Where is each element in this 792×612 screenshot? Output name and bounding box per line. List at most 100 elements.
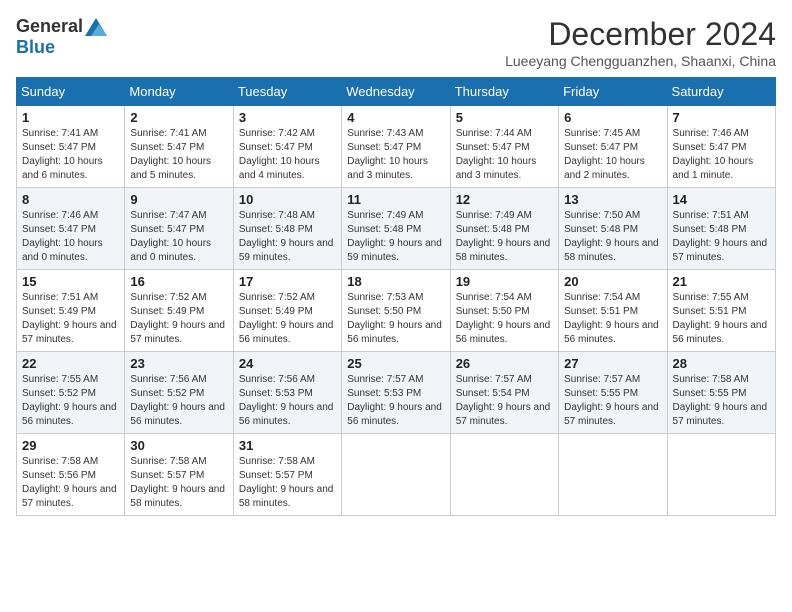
- day-info: Sunrise: 7:48 AMSunset: 5:48 PMDaylight:…: [239, 209, 336, 265]
- calendar-cell: 18 Sunrise: 7:53 AMSunset: 5:50 PMDayligh…: [342, 270, 450, 352]
- day-info: Sunrise: 7:58 AMSunset: 5:55 PMDaylight:…: [673, 373, 770, 429]
- calendar-week-row: 15Sunrise: 7:51 AMSunset: 5:49 PMDayligh…: [17, 270, 776, 352]
- day-info: Sunrise: 7:49 AMSunset: 5:48 PMDaylight:…: [456, 209, 553, 265]
- day-number: 31: [239, 438, 336, 453]
- day-info: Sunrise: 7:58 AMSunset: 5:56 PMDaylight:…: [22, 455, 119, 511]
- calendar-header-row: SundayMondayTuesdayWednesdayThursdayFrid…: [17, 78, 776, 106]
- column-header-sunday: Sunday: [17, 78, 125, 106]
- day-info: Sunrise: 7:53 AMSunset: 5:50 PMDaylight:…: [347, 291, 444, 347]
- calendar-cell: 31 Sunrise: 7:58 AMSunset: 5:57 PMDayligh…: [233, 434, 341, 516]
- day-number: 15: [22, 274, 119, 289]
- calendar-cell: 17 Sunrise: 7:52 AMSunset: 5:49 PMDayligh…: [233, 270, 341, 352]
- day-number: 17: [239, 274, 336, 289]
- calendar-cell: [559, 434, 667, 516]
- logo-general: General: [16, 16, 83, 37]
- day-info: Sunrise: 7:46 AMSunset: 5:47 PMDaylight:…: [22, 209, 119, 265]
- day-info: Sunrise: 7:50 AMSunset: 5:48 PMDaylight:…: [564, 209, 661, 265]
- location: Lueeyang Chengguanzhen, Shaanxi, China: [505, 53, 776, 69]
- calendar-cell: 23 Sunrise: 7:56 AMSunset: 5:52 PMDayligh…: [125, 352, 233, 434]
- day-number: 21: [673, 274, 770, 289]
- day-info: Sunrise: 7:58 AMSunset: 5:57 PMDaylight:…: [239, 455, 336, 511]
- calendar-cell: 21Sunrise: 7:55 AMSunset: 5:51 PMDayligh…: [667, 270, 775, 352]
- day-info: Sunrise: 7:42 AMSunset: 5:47 PMDaylight:…: [239, 127, 336, 183]
- column-header-thursday: Thursday: [450, 78, 558, 106]
- column-header-saturday: Saturday: [667, 78, 775, 106]
- day-number: 27: [564, 356, 661, 371]
- calendar-cell: [450, 434, 558, 516]
- column-header-friday: Friday: [559, 78, 667, 106]
- day-number: 20: [564, 274, 661, 289]
- calendar-cell: 2 Sunrise: 7:41 AMSunset: 5:47 PMDaylight…: [125, 106, 233, 188]
- day-number: 10: [239, 192, 336, 207]
- calendar-week-row: 29 Sunrise: 7:58 AMSunset: 5:56 PMDayligh…: [17, 434, 776, 516]
- day-number: 7: [673, 110, 770, 125]
- calendar-cell: 3 Sunrise: 7:42 AMSunset: 5:47 PMDaylight…: [233, 106, 341, 188]
- day-number: 3: [239, 110, 336, 125]
- day-number: 30: [130, 438, 227, 453]
- calendar-cell: 12 Sunrise: 7:49 AMSunset: 5:48 PMDayligh…: [450, 188, 558, 270]
- day-number: 9: [130, 192, 227, 207]
- calendar-cell: 28Sunrise: 7:58 AMSunset: 5:55 PMDayligh…: [667, 352, 775, 434]
- calendar-cell: 7 Sunrise: 7:46 AMSunset: 5:47 PMDaylight…: [667, 106, 775, 188]
- day-info: Sunrise: 7:55 AMSunset: 5:52 PMDaylight:…: [22, 373, 119, 429]
- calendar-cell: 9 Sunrise: 7:47 AMSunset: 5:47 PMDaylight…: [125, 188, 233, 270]
- logo: General Blue: [16, 16, 107, 58]
- day-number: 25: [347, 356, 444, 371]
- day-info: Sunrise: 7:56 AMSunset: 5:52 PMDaylight:…: [130, 373, 227, 429]
- day-info: Sunrise: 7:56 AMSunset: 5:53 PMDaylight:…: [239, 373, 336, 429]
- calendar-cell: 6Sunrise: 7:45 AMSunset: 5:47 PMDaylight…: [559, 106, 667, 188]
- day-number: 29: [22, 438, 119, 453]
- day-info: Sunrise: 7:43 AMSunset: 5:47 PMDaylight:…: [347, 127, 444, 183]
- calendar-cell: 13Sunrise: 7:50 AMSunset: 5:48 PMDayligh…: [559, 188, 667, 270]
- day-info: Sunrise: 7:52 AMSunset: 5:49 PMDaylight:…: [130, 291, 227, 347]
- month-title: December 2024: [505, 16, 776, 53]
- day-info: Sunrise: 7:47 AMSunset: 5:47 PMDaylight:…: [130, 209, 227, 265]
- logo-blue: Blue: [16, 37, 55, 57]
- page-header: General Blue December 2024 Lueeyang Chen…: [16, 16, 776, 69]
- calendar-cell: 4 Sunrise: 7:43 AMSunset: 5:47 PMDaylight…: [342, 106, 450, 188]
- day-number: 2: [130, 110, 227, 125]
- day-number: 19: [456, 274, 553, 289]
- day-info: Sunrise: 7:57 AMSunset: 5:54 PMDaylight:…: [456, 373, 553, 429]
- column-header-monday: Monday: [125, 78, 233, 106]
- calendar-cell: 19 Sunrise: 7:54 AMSunset: 5:50 PMDayligh…: [450, 270, 558, 352]
- day-info: Sunrise: 7:57 AMSunset: 5:53 PMDaylight:…: [347, 373, 444, 429]
- calendar-cell: 20Sunrise: 7:54 AMSunset: 5:51 PMDayligh…: [559, 270, 667, 352]
- day-info: Sunrise: 7:44 AMSunset: 5:47 PMDaylight:…: [456, 127, 553, 183]
- day-number: 18: [347, 274, 444, 289]
- calendar-cell: [667, 434, 775, 516]
- calendar-cell: 5Sunrise: 7:44 AMSunset: 5:47 PMDaylight…: [450, 106, 558, 188]
- day-info: Sunrise: 7:52 AMSunset: 5:49 PMDaylight:…: [239, 291, 336, 347]
- logo-icon: [85, 18, 107, 36]
- day-number: 16: [130, 274, 227, 289]
- calendar-cell: 10 Sunrise: 7:48 AMSunset: 5:48 PMDayligh…: [233, 188, 341, 270]
- day-number: 12: [456, 192, 553, 207]
- calendar-cell: 1 Sunrise: 7:41 AMSunset: 5:47 PMDaylight…: [17, 106, 125, 188]
- day-number: 14: [673, 192, 770, 207]
- day-number: 23: [130, 356, 227, 371]
- title-section: December 2024 Lueeyang Chengguanzhen, Sh…: [505, 16, 776, 69]
- calendar-cell: 14Sunrise: 7:51 AMSunset: 5:48 PMDayligh…: [667, 188, 775, 270]
- day-number: 26: [456, 356, 553, 371]
- day-number: 4: [347, 110, 444, 125]
- calendar-cell: 30Sunrise: 7:58 AMSunset: 5:57 PMDayligh…: [125, 434, 233, 516]
- calendar-table: SundayMondayTuesdayWednesdayThursdayFrid…: [16, 77, 776, 516]
- calendar-cell: 27 Sunrise: 7:57 AMSunset: 5:55 PMDayligh…: [559, 352, 667, 434]
- calendar-cell: 24 Sunrise: 7:56 AMSunset: 5:53 PMDayligh…: [233, 352, 341, 434]
- calendar-cell: 11Sunrise: 7:49 AMSunset: 5:48 PMDayligh…: [342, 188, 450, 270]
- calendar-cell: 15Sunrise: 7:51 AMSunset: 5:49 PMDayligh…: [17, 270, 125, 352]
- day-info: Sunrise: 7:54 AMSunset: 5:50 PMDaylight:…: [456, 291, 553, 347]
- column-header-wednesday: Wednesday: [342, 78, 450, 106]
- day-info: Sunrise: 7:45 AMSunset: 5:47 PMDaylight:…: [564, 127, 661, 183]
- day-number: 1: [22, 110, 119, 125]
- day-info: Sunrise: 7:46 AMSunset: 5:47 PMDaylight:…: [673, 127, 770, 183]
- calendar-cell: 25 Sunrise: 7:57 AMSunset: 5:53 PMDayligh…: [342, 352, 450, 434]
- day-info: Sunrise: 7:49 AMSunset: 5:48 PMDaylight:…: [347, 209, 444, 265]
- calendar-cell: 22 Sunrise: 7:55 AMSunset: 5:52 PMDayligh…: [17, 352, 125, 434]
- calendar-cell: 29 Sunrise: 7:58 AMSunset: 5:56 PMDayligh…: [17, 434, 125, 516]
- day-info: Sunrise: 7:57 AMSunset: 5:55 PMDaylight:…: [564, 373, 661, 429]
- day-number: 24: [239, 356, 336, 371]
- day-info: Sunrise: 7:41 AMSunset: 5:47 PMDaylight:…: [22, 127, 119, 183]
- day-number: 22: [22, 356, 119, 371]
- day-info: Sunrise: 7:41 AMSunset: 5:47 PMDaylight:…: [130, 127, 227, 183]
